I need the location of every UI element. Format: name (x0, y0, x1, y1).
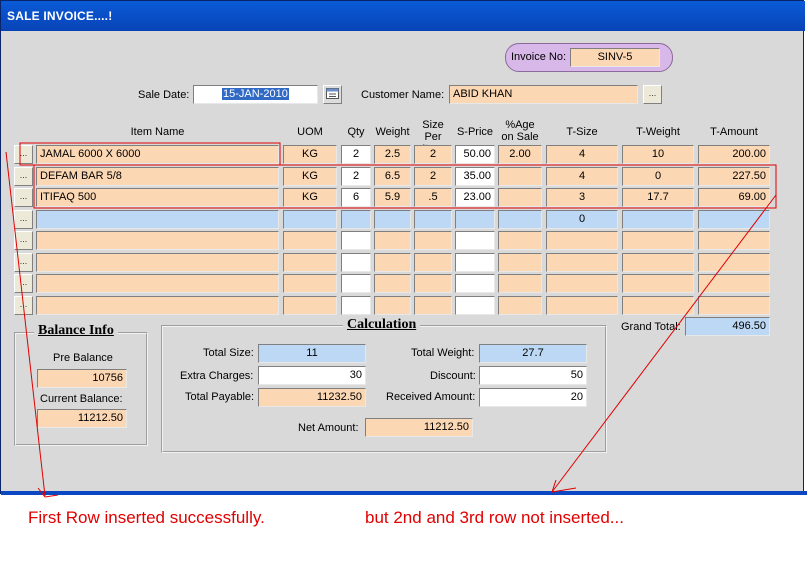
annotation-right-note: but 2nd and 3rd row not inserted... (365, 508, 624, 527)
arrowhead-left (37, 487, 59, 498)
highlight-first-row (19, 142, 281, 166)
arrowhead-right (551, 479, 577, 493)
annotation-overlay (5, 142, 777, 498)
arrow-line-left (5, 151, 46, 497)
arrow-line-right (551, 194, 777, 493)
annotation-left-note: First Row inserted successfully. (28, 508, 265, 527)
highlight-rows-two-three (33, 164, 777, 209)
